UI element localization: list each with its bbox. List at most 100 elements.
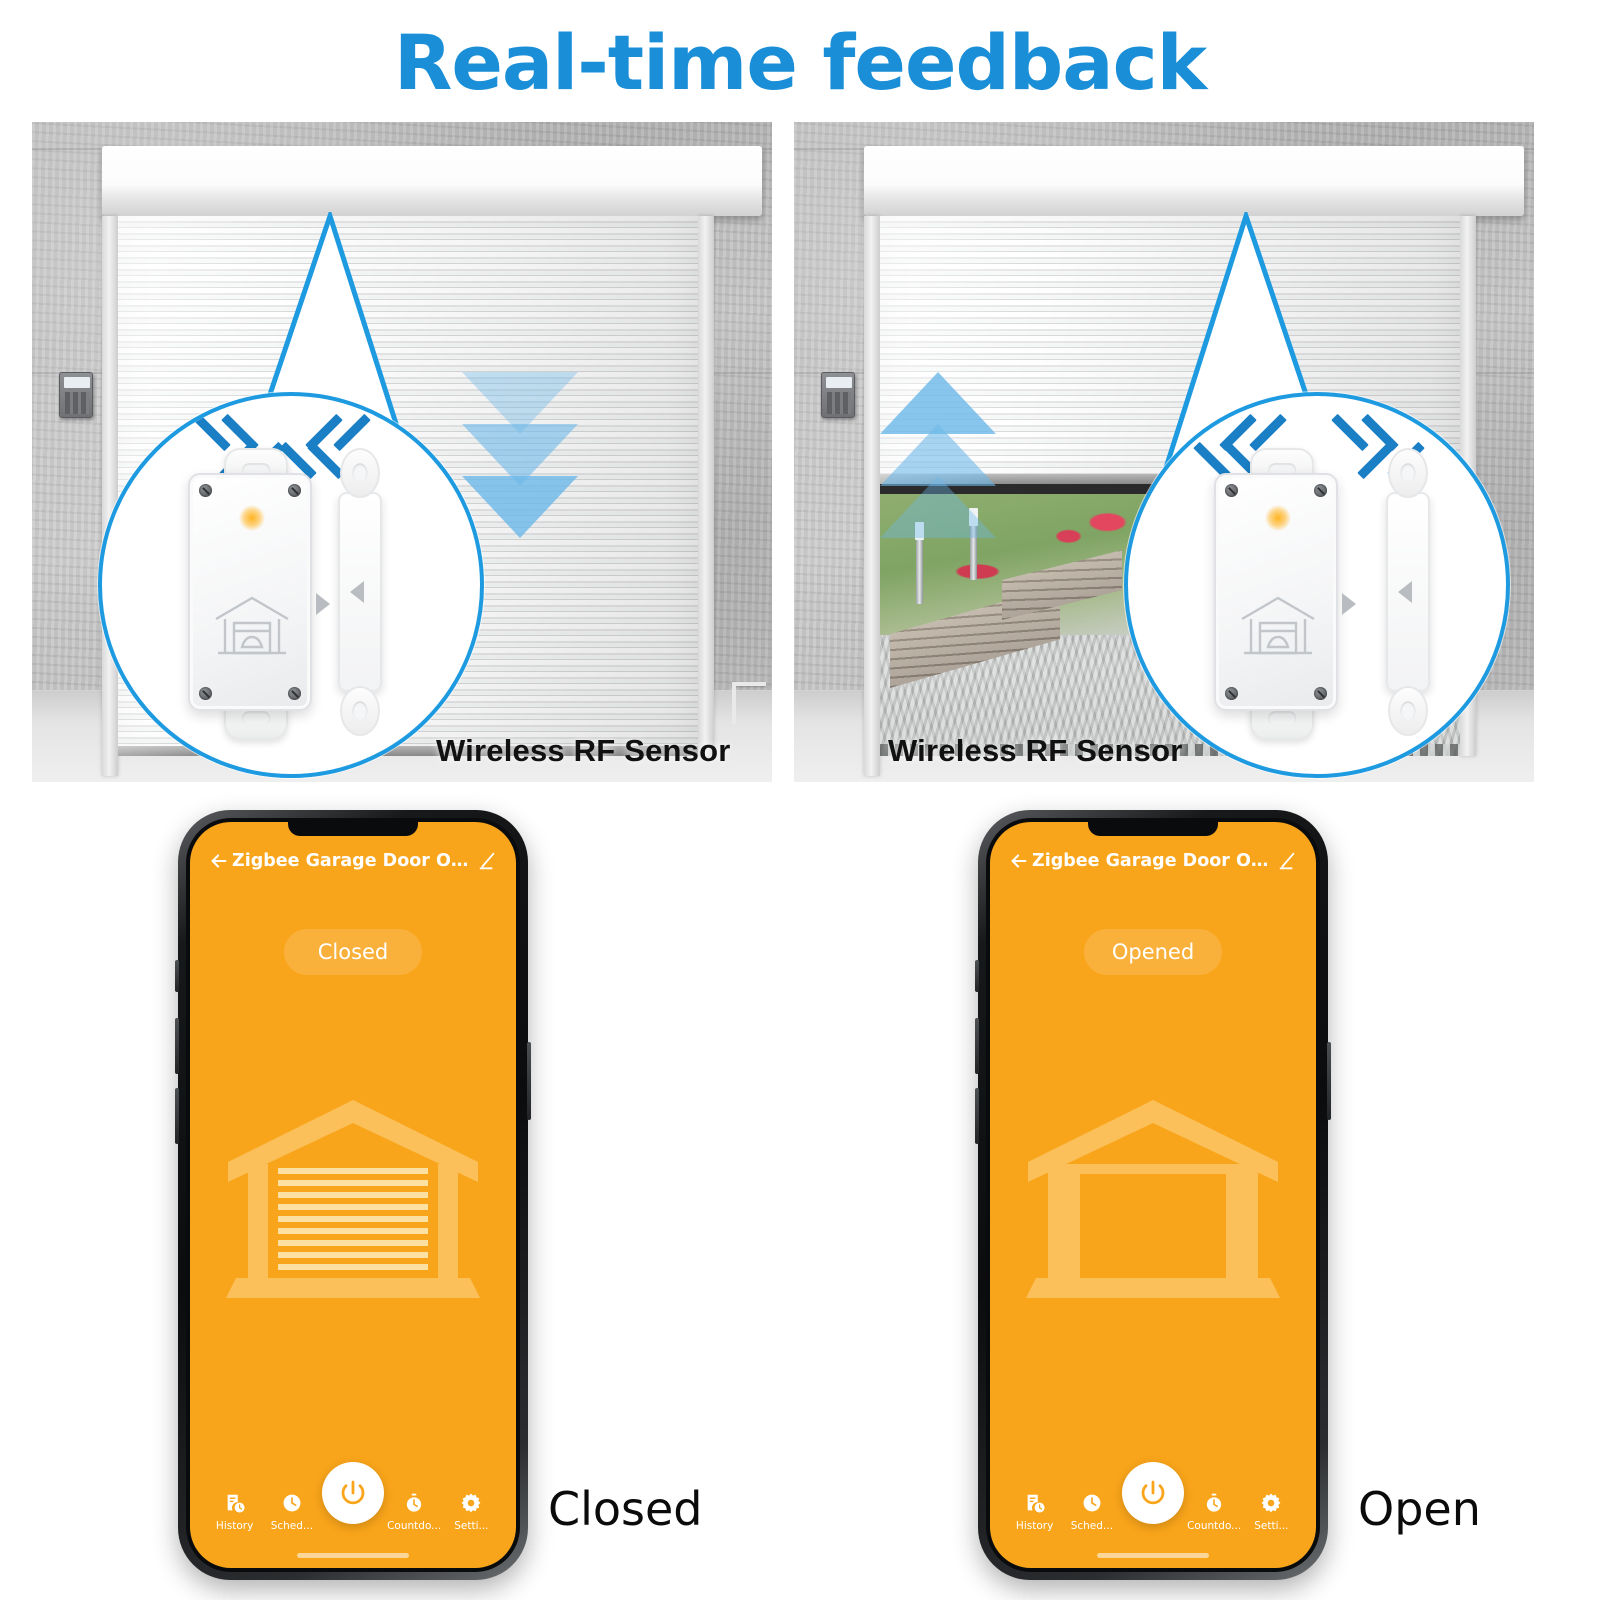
phone-volume-up-button[interactable]	[975, 1018, 979, 1074]
garage-door-glyph-icon	[1238, 593, 1318, 662]
phone-volume-down-button[interactable]	[175, 1088, 179, 1144]
chevron-up-icon	[880, 476, 996, 538]
home-indicator	[1097, 1553, 1209, 1558]
keypad-screen	[64, 377, 90, 388]
screw-icon	[1225, 484, 1238, 497]
garage-door-glyph-icon	[212, 593, 292, 662]
door-jamb-left	[864, 216, 880, 776]
nav-item-countdown[interactable]: Countdo...	[1186, 1492, 1243, 1532]
door-status-badge: Closed	[284, 929, 422, 975]
stopwatch-icon	[1207, 1493, 1222, 1512]
nav-item-history[interactable]: History	[1006, 1492, 1063, 1532]
door-status-badge: Opened	[1084, 929, 1222, 975]
phone-screen-closed: Zigbee Garage Door Open... Closed	[190, 822, 516, 1568]
magnet-mount-tab-bottom	[1388, 686, 1428, 736]
phone-notch	[288, 822, 418, 836]
power-icon	[341, 1480, 365, 1505]
phone-screen-open: Zigbee Garage Door Open... Opened	[990, 822, 1316, 1568]
nav-label-schedule: Sched...	[1070, 1520, 1113, 1532]
nav-item-countdown[interactable]: Countdo...	[386, 1492, 443, 1532]
phone-mute-button[interactable]	[175, 960, 179, 992]
page-root: Real-time feedback Wireless RF Sensor Wi…	[0, 0, 1600, 1600]
screw-icon	[1314, 484, 1327, 497]
nav-item-power[interactable]	[320, 1462, 385, 1532]
phone-inner-bezel: Zigbee Garage Door Open... Opened	[986, 818, 1320, 1572]
garage-open-icon	[1022, 1090, 1284, 1305]
history-icon	[1027, 1494, 1045, 1513]
nav-item-settings[interactable]: Setti...	[443, 1492, 500, 1532]
nav-item-power[interactable]	[1120, 1462, 1185, 1532]
stopwatch-icon	[407, 1493, 422, 1512]
phone-notch	[1088, 822, 1218, 836]
garage-closed-icon	[222, 1090, 484, 1305]
gear-icon	[461, 1493, 481, 1513]
nav-label-history: History	[1015, 1520, 1054, 1532]
nav-label-countdown: Countdo...	[1187, 1520, 1242, 1532]
pencil-edit-icon[interactable]	[1274, 848, 1300, 874]
sensor-body	[1214, 473, 1356, 711]
phone-inner-bezel: Zigbee Garage Door Open... Closed	[186, 818, 520, 1572]
screw-icon	[1314, 687, 1327, 700]
nav-label-settings: Setti...	[454, 1520, 489, 1532]
sensor-body	[188, 473, 330, 711]
phone-power-side-button[interactable]	[1327, 1042, 1331, 1120]
app-title: Zigbee Garage Door Open...	[232, 851, 474, 871]
app-bottom-nav: History Sched... Countdo... Setti...	[190, 1462, 516, 1538]
power-icon	[1141, 1480, 1165, 1505]
rf-sensor-label-open: Wireless RF Sensor	[888, 733, 1183, 768]
nav-label-settings: Setti...	[1254, 1520, 1289, 1532]
home-indicator	[297, 1553, 409, 1558]
gear-icon	[1261, 1493, 1281, 1513]
magnet-pair-arrow-left	[350, 581, 364, 603]
nav-item-history[interactable]: History	[206, 1492, 263, 1532]
clock-icon	[283, 1494, 301, 1512]
rf-sensor-device	[1128, 396, 1506, 774]
clock-icon	[1083, 1494, 1101, 1512]
phone-mute-button[interactable]	[975, 960, 979, 992]
wall-rail-post	[732, 682, 736, 724]
magnet-mount-tab-bottom	[340, 686, 380, 736]
magnifier-lens-open	[1124, 392, 1510, 778]
caption-closed: Closed	[548, 1482, 703, 1536]
magnet-mount-tab-top	[340, 448, 380, 498]
phone-open: Zigbee Garage Door Open... Opened	[975, 810, 1331, 1580]
sensor-pair-arrow-right	[1342, 593, 1356, 615]
screw-icon	[1225, 687, 1238, 700]
wall-keypad	[59, 372, 93, 418]
power-button[interactable]	[1121, 1462, 1184, 1524]
phone-volume-down-button[interactable]	[975, 1088, 979, 1144]
door-head-box	[864, 146, 1524, 216]
pencil-edit-icon[interactable]	[474, 848, 500, 874]
app-top-bar: Zigbee Garage Door Open...	[990, 840, 1316, 882]
nav-item-schedule[interactable]: Sched...	[263, 1492, 320, 1532]
phone-volume-up-button[interactable]	[175, 1018, 179, 1074]
keypad-buttons	[65, 392, 89, 414]
nav-label-schedule: Sched...	[270, 1520, 313, 1532]
keypad-screen	[826, 377, 852, 388]
phone-power-side-button[interactable]	[527, 1042, 531, 1120]
nav-item-settings[interactable]: Setti...	[1243, 1492, 1300, 1532]
back-arrow-icon[interactable]	[1006, 848, 1032, 874]
page-title: Real-time feedback	[393, 18, 1207, 107]
app-title: Zigbee Garage Door Open...	[1032, 851, 1274, 871]
magnet-pair-arrow-left	[1398, 581, 1412, 603]
sensor-pair-arrow-right	[316, 593, 330, 615]
magnet-mount-tab-top	[1388, 448, 1428, 498]
rf-sensor-device	[102, 396, 480, 774]
app-bottom-nav: History Sched... Countdo... Setti...	[990, 1462, 1316, 1538]
history-icon	[227, 1494, 245, 1513]
nav-label-countdown: Countdo...	[387, 1520, 442, 1532]
door-head-box	[102, 146, 762, 216]
screw-icon	[288, 484, 301, 497]
nav-label-history: History	[215, 1520, 254, 1532]
screw-icon	[199, 484, 212, 497]
back-arrow-icon[interactable]	[206, 848, 232, 874]
door-jamb-right	[698, 216, 714, 756]
power-button[interactable]	[321, 1462, 384, 1524]
nav-item-schedule[interactable]: Sched...	[1063, 1492, 1120, 1532]
status-led-icon	[1265, 505, 1291, 531]
rf-sensor-label-closed: Wireless RF Sensor	[436, 733, 731, 768]
magnifier-lens-closed	[98, 392, 484, 778]
status-led-icon	[239, 505, 265, 531]
wall-keypad	[821, 372, 855, 418]
